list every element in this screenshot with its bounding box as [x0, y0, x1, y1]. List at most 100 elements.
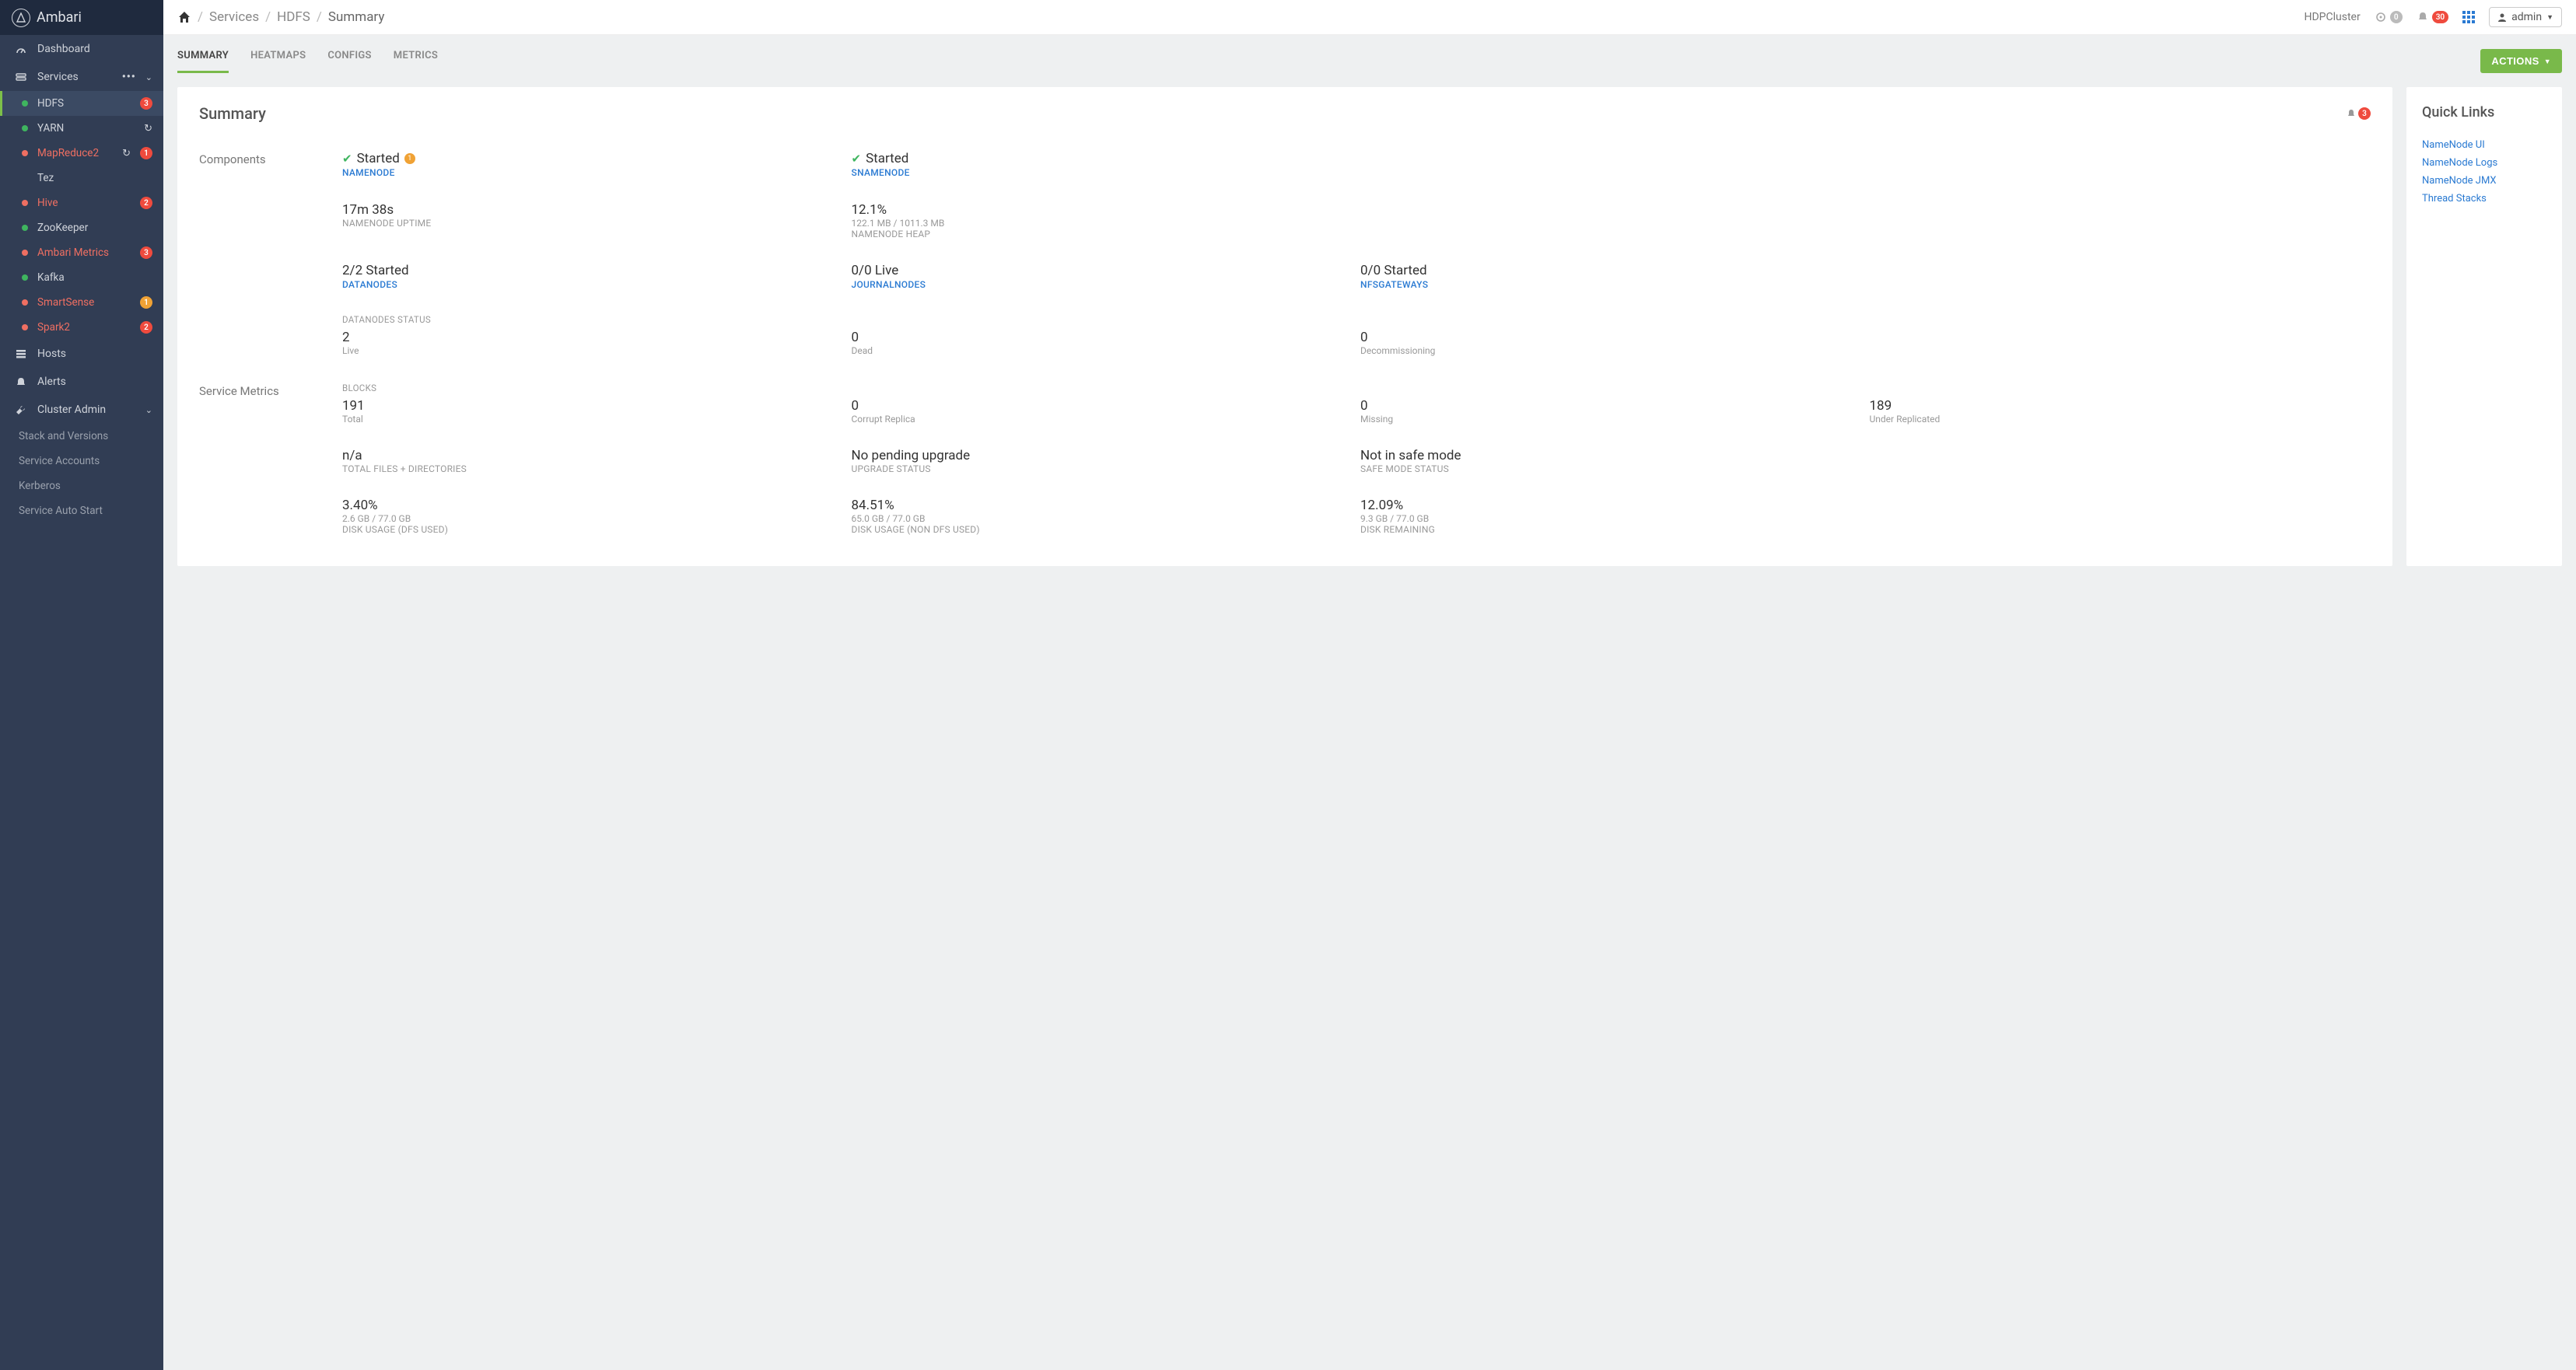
- journalnodes-link[interactable]: JOURNALNODES: [852, 279, 926, 290]
- metric-blocks-total: 191 Total: [342, 398, 844, 425]
- sidebar-service-hive[interactable]: Hive 2: [0, 190, 163, 215]
- service-label: Kafka: [37, 271, 65, 284]
- tab-metrics[interactable]: METRICS: [394, 50, 438, 73]
- tab-configs[interactable]: CONFIGS: [327, 50, 371, 73]
- sidebar-service-hdfs[interactable]: HDFS3: [0, 91, 163, 116]
- service-label: MapReduce2: [37, 147, 99, 159]
- nav-alerts[interactable]: Alerts: [0, 368, 163, 396]
- status-dot-icon: [22, 274, 28, 281]
- service-label: SmartSense: [37, 296, 94, 309]
- actions-button[interactable]: ACTIONS ▼: [2480, 49, 2562, 73]
- service-label: YARN: [37, 122, 64, 135]
- sidebar-service-kafka[interactable]: Kafka: [0, 265, 163, 290]
- sidebar-service-ambari-metrics[interactable]: Ambari Metrics3: [0, 240, 163, 265]
- metric-corrupt: 0 Corrupt Replica: [852, 398, 1353, 425]
- sidebar-service-mapreduce2[interactable]: MapReduce2 1: [0, 141, 163, 166]
- metric-dn-dead: 0 Dead: [852, 330, 1353, 356]
- nav-services-header[interactable]: Services ••• ⌄: [0, 63, 163, 91]
- brand-text: Ambari: [37, 9, 82, 26]
- restart-icon[interactable]: [144, 122, 152, 135]
- nav-cluster-admin[interactable]: Cluster Admin ⌄: [0, 396, 163, 424]
- service-label: Hive: [37, 197, 58, 209]
- sidebar-service-zookeeper[interactable]: ZooKeeper: [0, 215, 163, 240]
- chevron-down-icon[interactable]: ⌄: [145, 72, 152, 82]
- section-components-label: Components: [199, 151, 342, 356]
- sidebar-service-tez[interactable]: Tez: [0, 166, 163, 190]
- status-dot-icon: [22, 175, 28, 181]
- namenode-link[interactable]: NAMENODE: [342, 167, 395, 178]
- metric-nfsgateways: 0/0 Started NFSGATEWAYS: [1360, 263, 1862, 291]
- metric-under: 189 Under Replicated: [1870, 398, 2371, 425]
- admin-item-service-accounts[interactable]: Service Accounts: [0, 449, 163, 474]
- summary-alerts-chip[interactable]: 3: [2346, 107, 2371, 120]
- quick-link-namenode-jmx[interactable]: NameNode JMX: [2422, 175, 2546, 187]
- quick-link-thread-stacks[interactable]: Thread Stacks: [2422, 193, 2546, 204]
- alerts-button[interactable]: 30: [2417, 11, 2448, 23]
- quick-link-namenode-logs[interactable]: NameNode Logs: [2422, 157, 2546, 169]
- admin-list: Stack and Versions Service Accounts Kerber…: [0, 424, 163, 523]
- ambari-logo-icon: [12, 9, 30, 27]
- user-menu[interactable]: admin ▼: [2489, 7, 2562, 27]
- sidebar-service-yarn[interactable]: YARN: [0, 116, 163, 141]
- alert-badge: 2: [140, 197, 152, 209]
- brand[interactable]: Ambari: [0, 0, 163, 35]
- status-dot-icon: [22, 150, 28, 156]
- status-dot-icon: [22, 324, 28, 330]
- ops-badge: 0: [2390, 11, 2403, 23]
- tab-summary[interactable]: SUMMARY: [177, 50, 229, 73]
- apps-icon: [2462, 11, 2475, 23]
- chevron-down-icon[interactable]: ⌄: [145, 405, 152, 415]
- home-icon[interactable]: [177, 10, 191, 24]
- admin-item-stack-and-versions[interactable]: Stack and Versions: [0, 424, 163, 449]
- snamenode-link[interactable]: SNAMENODE: [852, 167, 910, 178]
- background-ops-button[interactable]: 0: [2375, 11, 2403, 23]
- admin-item-label: Service Auto Start: [19, 505, 103, 517]
- status-dot-icon: [22, 225, 28, 231]
- gear-icon: [2375, 11, 2387, 23]
- crumb-hdfs[interactable]: HDFS: [277, 9, 310, 25]
- summary-card: Summary 3 Components ✔Started1 NAMENODE: [177, 87, 2392, 566]
- alert-badge: 3: [140, 246, 152, 259]
- cluster-name[interactable]: HDPCluster: [2304, 11, 2360, 23]
- check-icon: ✔: [852, 152, 862, 166]
- metric-uptime: 17m 38s NAMENODE UPTIME: [342, 202, 844, 239]
- tab-heatmaps[interactable]: HEATMAPS: [250, 50, 306, 73]
- sidebar-service-smartsense[interactable]: SmartSense 1: [0, 290, 163, 315]
- admin-item-label: Service Accounts: [19, 455, 100, 467]
- check-icon: ✔: [342, 152, 352, 166]
- user-name: admin: [2511, 11, 2542, 23]
- nav-label: Cluster Admin: [37, 404, 106, 416]
- metric-dfs: 3.40% 2.6 GB / 77.0 GB DISK USAGE (DFS U…: [342, 498, 844, 535]
- ellipsis-icon[interactable]: •••: [122, 71, 136, 83]
- nav-dashboard[interactable]: Dashboard: [0, 35, 163, 63]
- datanodes-link[interactable]: DATANODES: [342, 279, 397, 290]
- caret-down-icon: ▼: [2544, 58, 2551, 65]
- bell-icon: [2417, 11, 2429, 23]
- crumb-services[interactable]: Services: [209, 9, 259, 25]
- admin-item-kerberos[interactable]: Kerberos: [0, 474, 163, 498]
- service-label: Tez: [37, 172, 54, 184]
- alert-badge: 1: [140, 147, 152, 159]
- services-list: HDFS3 YARN MapReduce2 1 Tez Hive 2 ZooKeeperAmb…: [0, 91, 163, 340]
- metric-dn-decom: 0 Decommissioning: [1360, 330, 1862, 356]
- status-dot-icon: [22, 299, 28, 306]
- admin-item-service-auto-start[interactable]: Service Auto Start: [0, 498, 163, 523]
- metric-heap: 12.1% 122.1 MB / 1011.3 MB NAMENODE HEAP: [852, 202, 1353, 239]
- alerts-badge: 30: [2432, 11, 2448, 23]
- admin-item-label: Kerberos: [19, 480, 61, 492]
- main: SUMMARYHEATMAPSCONFIGSMETRICS ACTIONS ▼ …: [163, 0, 2576, 580]
- restart-icon[interactable]: [122, 147, 131, 159]
- topbar: / Services / HDFS / Summary HDPCluster 0…: [163, 0, 2576, 35]
- nfsgateways-link[interactable]: NFSGATEWAYS: [1360, 279, 1428, 290]
- admin-item-label: Stack and Versions: [19, 430, 108, 442]
- bell-icon: [16, 376, 28, 387]
- dashboard-icon: [16, 44, 28, 54]
- nav-label: Services: [37, 71, 79, 83]
- apps-button[interactable]: [2462, 11, 2475, 23]
- nav-hosts[interactable]: Hosts: [0, 340, 163, 368]
- alert-badge: 1: [140, 296, 152, 309]
- service-label: Spark2: [37, 321, 70, 334]
- sidebar-service-spark2[interactable]: Spark22: [0, 315, 163, 340]
- quick-link-namenode-ui[interactable]: NameNode UI: [2422, 139, 2546, 151]
- section-metrics-label: Service Metrics: [199, 383, 342, 535]
